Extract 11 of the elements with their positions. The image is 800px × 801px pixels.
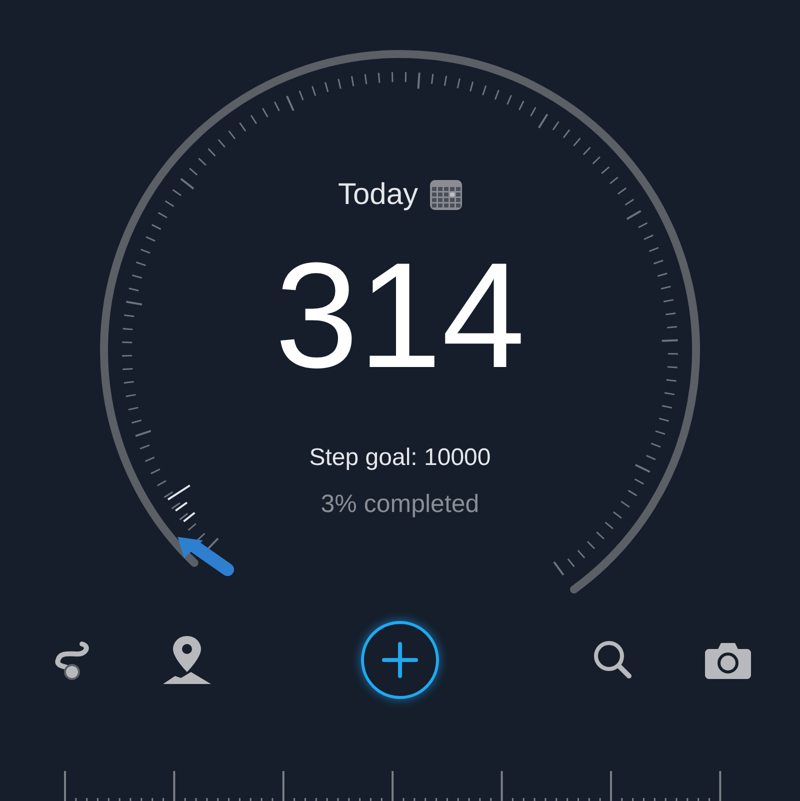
date-label: Today <box>338 180 418 210</box>
camera-icon[interactable] <box>705 641 751 679</box>
progress-ticks <box>167 484 196 522</box>
completion-text: 3% completed <box>320 492 480 517</box>
progress-pointer <box>178 536 234 576</box>
add-button[interactable] <box>361 621 439 699</box>
step-count: 314 <box>274 240 526 390</box>
map-pin-icon[interactable] <box>161 634 213 686</box>
plus-icon <box>380 640 420 680</box>
step-goal: Step goal: 10000 <box>309 446 491 470</box>
calendar-icon[interactable] <box>430 180 462 210</box>
